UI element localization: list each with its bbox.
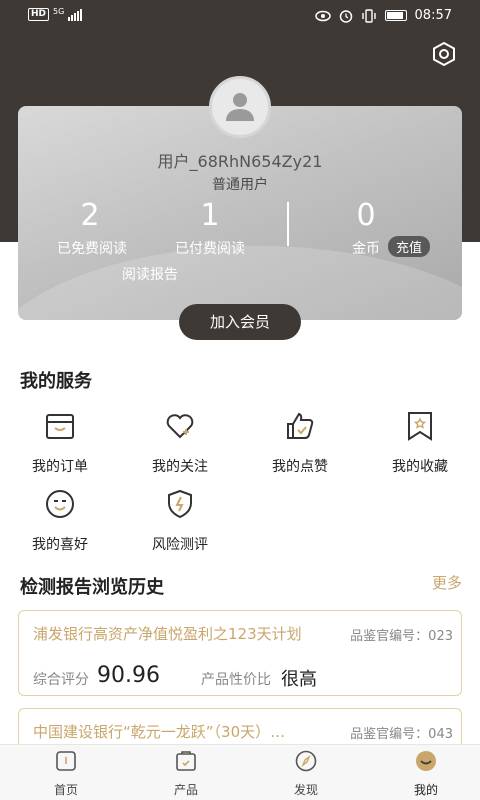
status-time: 08:57	[414, 8, 452, 23]
value-label: 产品性价比	[201, 672, 271, 688]
signal-icon	[68, 8, 83, 21]
tab-home[interactable]: 首页	[26, 749, 106, 798]
avatar[interactable]	[209, 76, 271, 138]
home-icon	[56, 751, 76, 771]
bag-icon	[176, 751, 196, 771]
eye-icon	[314, 10, 331, 21]
service-favorites[interactable]: 我的收藏	[370, 410, 470, 476]
status-bar: HD 5G 08:57	[0, 0, 480, 32]
user-icon	[226, 93, 254, 121]
bottom-tab-bar: 首页 产品 发现 我的	[0, 744, 480, 800]
profile-smile-icon	[416, 751, 436, 771]
service-orders[interactable]: 我的订单	[10, 410, 110, 476]
paid-reads-count[interactable]: 1	[160, 198, 260, 233]
tab-products[interactable]: 产品	[146, 749, 226, 798]
history-card[interactable]: 浦发银行高资产净值悦盈利之123天计划 品鉴官编号：023 综合评分 90.96…	[18, 610, 462, 696]
stats-divider	[287, 202, 289, 246]
compass-icon	[295, 750, 317, 772]
heart-icon	[166, 414, 194, 439]
user-type: 普通用户	[212, 177, 268, 193]
score-value: 90.96	[97, 663, 160, 688]
settings-icon[interactable]	[430, 40, 458, 68]
free-reads-count[interactable]: 2	[40, 198, 140, 233]
username: 用户_68RhN654Zy21	[157, 152, 323, 171]
vibrate-icon	[361, 8, 376, 23]
service-likes[interactable]: 我的点赞	[250, 410, 350, 476]
box-icon	[46, 414, 74, 439]
join-membership-button[interactable]: 加入会员	[179, 304, 301, 340]
alarm-icon	[339, 9, 352, 23]
history-more-link[interactable]: 更多	[432, 572, 462, 593]
services-title: 我的服务	[20, 371, 92, 392]
battery-icon	[384, 10, 407, 21]
coins-label: 金币	[352, 241, 380, 257]
shield-lightning-icon	[168, 489, 192, 519]
service-follows[interactable]: 我的关注	[130, 410, 230, 476]
history-title: 检测报告浏览历史	[20, 577, 164, 598]
hd-badge: HD	[28, 8, 50, 21]
coins-count[interactable]: 0	[316, 198, 416, 233]
reading-report-link[interactable]: 阅读报告	[122, 264, 178, 284]
thumb-up-icon	[287, 412, 314, 439]
profile-page: HD 5G 08:57 用户_68RhN654Zy21 普通用户 2 已免费阅读…	[0, 0, 480, 800]
bookmark-icon	[408, 412, 432, 441]
history-card-title: 浦发银行高资产净值悦盈利之123天计划	[33, 625, 302, 643]
service-preferences[interactable]: 我的喜好	[10, 488, 110, 554]
history-card-code: 品鉴官编号：023	[350, 629, 453, 644]
network-type: 5G	[53, 7, 65, 16]
tab-discover[interactable]: 发现	[266, 749, 346, 798]
smiley-icon	[46, 490, 74, 518]
history-card-code: 品鉴官编号：043	[350, 727, 453, 742]
recharge-button[interactable]: 充值	[388, 236, 431, 257]
free-reads-label: 已免费阅读	[57, 241, 127, 257]
service-risk-assessment[interactable]: 风险测评	[130, 488, 230, 554]
paid-reads-label: 已付费阅读	[175, 241, 245, 257]
history-card-title: 中国建设银行“乾元一龙跃”（30天）…	[33, 723, 286, 741]
tab-mine[interactable]: 我的	[386, 749, 466, 798]
score-label: 综合评分	[33, 672, 89, 688]
value-rating: 很高	[281, 669, 317, 690]
